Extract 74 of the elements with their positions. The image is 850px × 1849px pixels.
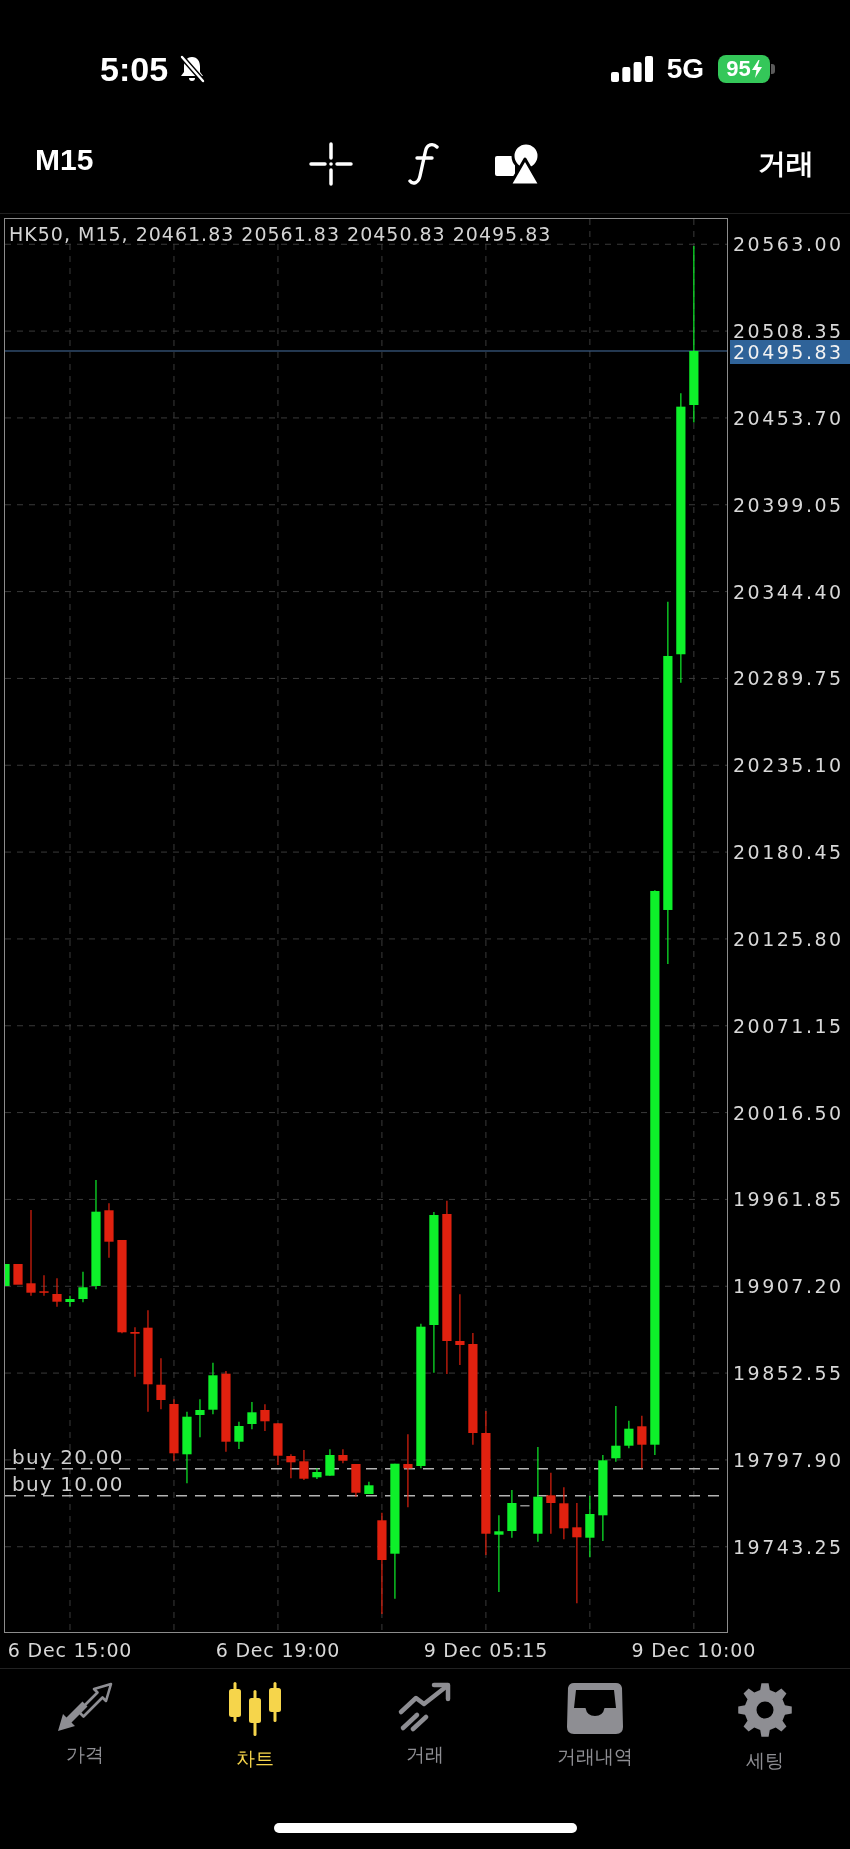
tab-button[interactable]: 세팅 xyxy=(680,1682,850,1772)
candle xyxy=(559,1486,569,1540)
price-axis-label: 19852.55 xyxy=(733,1365,844,1382)
candle xyxy=(299,1449,309,1481)
function-icon[interactable] xyxy=(408,141,440,186)
candle xyxy=(286,1453,296,1479)
candle xyxy=(52,1277,62,1308)
price-axis-label: 20235.10 xyxy=(733,757,844,774)
candle xyxy=(364,1481,374,1495)
candle xyxy=(312,1467,322,1480)
candle xyxy=(65,1295,75,1308)
price-axis-label: 19743.25 xyxy=(733,1538,844,1555)
candle xyxy=(338,1448,348,1464)
trend-arrow-icon xyxy=(397,1682,453,1732)
network-label: 5G xyxy=(666,55,704,83)
chart-header: HK50, M15, 20461.83 20561.83 20450.83 20495.83 xyxy=(9,225,552,243)
candle xyxy=(156,1357,166,1410)
order-line-label: buy 10.00 xyxy=(12,1473,124,1494)
candle xyxy=(234,1421,244,1450)
candle xyxy=(325,1448,335,1477)
candle xyxy=(169,1398,179,1462)
candle xyxy=(247,1401,257,1430)
crosshair-icon[interactable] xyxy=(309,141,353,186)
time-axis-label: 6 Dec 15:00 xyxy=(7,1640,133,1660)
price-axis-label: 19907.20 xyxy=(733,1278,844,1295)
candle xyxy=(637,1415,647,1469)
bolt-icon xyxy=(751,60,762,78)
price-axis-label: 20180.45 xyxy=(733,844,844,861)
price-axis-label: 20016.50 xyxy=(733,1104,844,1121)
candle xyxy=(624,1420,634,1449)
candle xyxy=(546,1472,556,1535)
candle xyxy=(611,1405,621,1463)
candle xyxy=(104,1202,114,1259)
current-price-label: 20495.83 xyxy=(730,340,850,364)
tab-button[interactable]: 차트 xyxy=(170,1682,340,1772)
price-axis-label: 19961.85 xyxy=(733,1191,844,1208)
tab-button[interactable]: 거래내역 xyxy=(510,1682,680,1772)
price-axis-label: 20453.70 xyxy=(733,409,844,426)
price-axis-label: 20508.35 xyxy=(733,323,844,340)
battery-percent: 95 xyxy=(726,58,751,80)
time-axis-label: 9 Dec 05:15 xyxy=(423,1640,549,1660)
inbox-tray-icon xyxy=(567,1682,623,1734)
candle xyxy=(5,1264,10,1286)
candle xyxy=(195,1398,205,1438)
candle xyxy=(507,1489,517,1539)
candle xyxy=(130,1326,140,1378)
trade-button[interactable]: 거래 xyxy=(758,145,814,182)
candle xyxy=(273,1422,283,1466)
price-axis-label: 20563.00 xyxy=(733,236,844,253)
price-axis-label: 19797.90 xyxy=(733,1451,844,1468)
price-axis-label: 20125.80 xyxy=(733,930,844,947)
candle xyxy=(585,1495,595,1558)
candle xyxy=(260,1403,270,1432)
candle xyxy=(208,1362,218,1415)
tab-button[interactable]: 거래 xyxy=(340,1682,510,1772)
diagonal-arrows-icon xyxy=(57,1682,113,1732)
price-axis-label: 20344.40 xyxy=(733,583,844,600)
price-axis-label: 20071.15 xyxy=(733,1017,844,1034)
candle xyxy=(351,1463,361,1498)
time-axis-label: 6 Dec 19:00 xyxy=(215,1640,341,1660)
candlestick-icon xyxy=(227,1682,283,1736)
status-time: 5:05 xyxy=(100,52,169,86)
shapes-icon[interactable] xyxy=(495,141,541,186)
tab-button[interactable]: 가격 xyxy=(0,1682,170,1772)
settings-icon xyxy=(737,1682,793,1738)
candle xyxy=(78,1271,88,1303)
candle xyxy=(13,1264,23,1285)
timeframe-button[interactable]: M15 xyxy=(35,142,94,177)
price-axis-label: 20289.75 xyxy=(733,670,844,687)
time-axis-label: 9 Dec 10:00 xyxy=(631,1640,757,1660)
price-axis-label: 20399.05 xyxy=(733,496,844,513)
candle xyxy=(39,1274,49,1297)
signal-icon xyxy=(610,56,653,82)
order-line-label: buy 20.00 xyxy=(12,1446,124,1467)
